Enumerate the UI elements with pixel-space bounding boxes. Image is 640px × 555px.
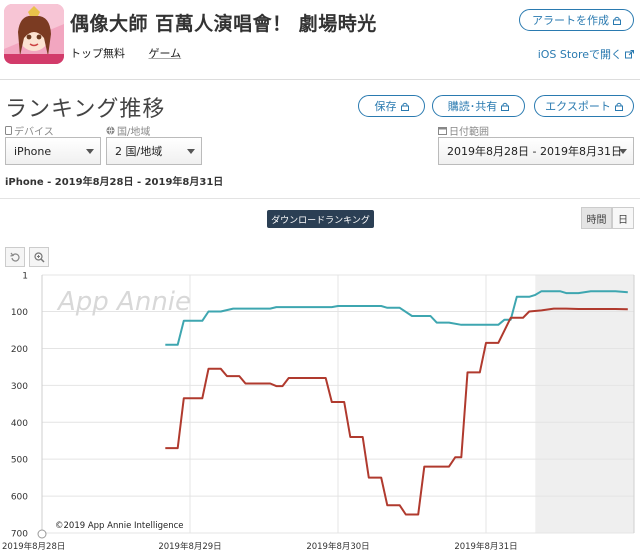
day-toggle[interactable]: 日 <box>612 207 634 229</box>
country-label: 国/地域 <box>106 123 150 138</box>
y-tick-label: 200 <box>11 345 28 355</box>
lock-icon <box>501 102 510 111</box>
subscribe-share-label: 購読･共有 <box>447 100 498 113</box>
app-meta: トップ無料 ゲーム <box>70 45 201 61</box>
x-tick-label: 2019年8月31日 <box>454 541 517 552</box>
app-genre[interactable]: ゲーム <box>149 47 182 60</box>
app-title: 偶像大師 百萬人演唱會！ 劇場時光 <box>70 13 377 35</box>
create-alert-button[interactable]: アラートを作成 <box>519 9 634 31</box>
export-label: エクスポート <box>545 100 611 113</box>
filters-divider <box>0 198 640 199</box>
hour-toggle[interactable]: 時間 <box>581 207 612 229</box>
header-divider <box>0 79 640 80</box>
y-tick-label: 300 <box>11 382 28 392</box>
app-category[interactable]: トップ無料 <box>70 47 125 60</box>
range-summary: iPhone - 2019年8月28日 - 2019年8月31日 <box>5 177 224 188</box>
undo-icon <box>9 252 20 262</box>
calendar-icon <box>438 127 447 135</box>
ranking-chart[interactable]: App Annie 1 100 200 300 400 500 600 700 2019年8月… <box>0 268 640 555</box>
y-tick-label: 100 <box>11 308 28 318</box>
date-range-select[interactable]: 2019年8月28日 - 2019年8月31日 <box>438 137 634 165</box>
save-label: 保存 <box>374 100 397 113</box>
app-header: 偶像大師 百萬人演唱會！ 劇場時光 トップ無料 ゲーム アラートを作成 iOS … <box>0 0 640 70</box>
reset-zoom-button[interactable] <box>5 247 25 267</box>
x-axis-labels: 2019年8月28日 2019年8月29日 2019年8月30日 2019年8月31日 <box>2 541 518 552</box>
y-tick-label: 400 <box>11 419 28 429</box>
date-range-value: 2019年8月28日 - 2019年8月31日 <box>447 145 622 158</box>
scroll-handle[interactable] <box>37 529 47 539</box>
chevron-down-icon <box>619 149 627 154</box>
y-tick-label: 500 <box>11 456 28 466</box>
ios-store-label: iOS Storeで開く <box>537 48 622 61</box>
y-tick-label: 700 <box>11 530 28 540</box>
watermark: App Annie <box>56 287 191 317</box>
country-select[interactable]: 2 国/地域 <box>106 137 202 165</box>
device-icon <box>5 126 12 135</box>
lock-icon <box>613 16 621 25</box>
external-link-icon <box>625 49 634 58</box>
zoom-button[interactable] <box>29 247 49 267</box>
device-select[interactable]: iPhone <box>5 137 101 165</box>
export-button[interactable]: エクスポート <box>534 95 634 117</box>
x-tick-label: 2019年8月28日 <box>2 541 65 552</box>
download-ranking-badge[interactable]: ダウンロードランキング <box>267 210 374 228</box>
future-shade <box>535 275 634 533</box>
x-tick-label: 2019年8月30日 <box>306 541 369 552</box>
subscribe-share-button[interactable]: 購読･共有 <box>432 95 525 117</box>
app-icon[interactable] <box>4 4 64 64</box>
create-alert-label: アラートを作成 <box>532 14 609 27</box>
chevron-down-icon <box>86 149 94 154</box>
device-label: デバイス <box>5 123 54 138</box>
x-tick-label: 2019年8月29日 <box>158 541 221 552</box>
country-value: 2 国/地域 <box>115 145 163 158</box>
section-title: ランキング推移 <box>5 97 166 122</box>
y-tick-label: 1 <box>22 272 28 282</box>
lock-icon <box>614 102 623 111</box>
lock-icon <box>400 102 409 111</box>
device-value: iPhone <box>14 144 52 158</box>
ios-store-link[interactable]: iOS Storeで開く <box>538 46 634 62</box>
globe-icon <box>106 126 115 135</box>
y-axis-labels: 1 100 200 300 400 500 600 700 <box>11 272 28 540</box>
chevron-down-icon <box>187 149 195 154</box>
date-range-label: 日付範囲 <box>438 123 489 138</box>
save-button[interactable]: 保存 <box>358 95 425 117</box>
zoom-icon <box>33 251 45 263</box>
copyright: ©2019 App Annie Intelligence <box>55 521 183 531</box>
y-tick-label: 600 <box>11 493 28 503</box>
